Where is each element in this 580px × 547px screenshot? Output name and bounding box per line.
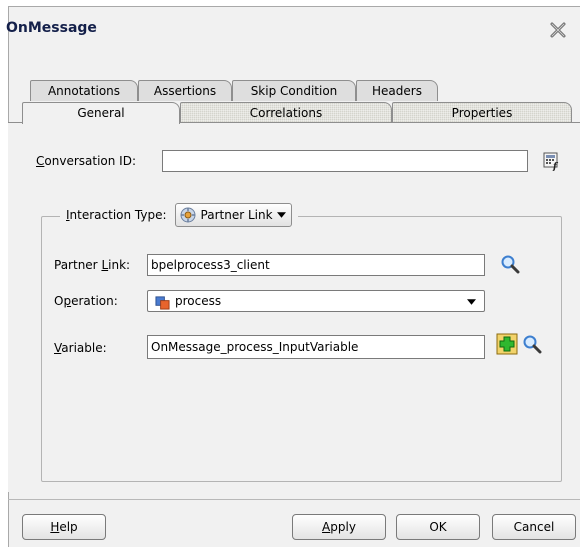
- variable-field[interactable]: OnMessage_process_InputVariable: [147, 335, 485, 359]
- chevron-down-icon: [467, 299, 476, 305]
- tab-annotations[interactable]: Annotations: [30, 80, 138, 101]
- ok-button[interactable]: OK: [396, 514, 480, 540]
- svg-text:f: f: [552, 162, 559, 171]
- interaction-type-value: Partner Link: [200, 208, 273, 222]
- search-icon[interactable]: [522, 334, 542, 354]
- dialog-title: OnMessage: [6, 20, 97, 36]
- tab-skip-condition[interactable]: Skip Condition: [232, 80, 356, 101]
- operation-label: Operation:: [54, 294, 118, 308]
- interaction-type-dropdown[interactable]: Partner Link: [174, 203, 292, 227]
- help-button[interactable]: Help: [22, 514, 106, 540]
- conversation-id-input[interactable]: [162, 150, 528, 172]
- close-icon[interactable]: [549, 21, 567, 39]
- variable-label: Variable:: [54, 341, 107, 355]
- tab-label: Skip Condition: [250, 84, 338, 98]
- chevron-down-icon: [276, 212, 286, 218]
- interaction-type-legend: Interaction Type: Partner Link: [60, 200, 298, 230]
- partner-link-icon: [180, 207, 196, 223]
- add-icon[interactable]: [496, 333, 518, 355]
- search-icon[interactable]: [500, 254, 520, 274]
- tab-label: Headers: [372, 84, 422, 98]
- tab-label: Properties: [451, 106, 513, 120]
- apply-button[interactable]: Apply: [292, 514, 386, 540]
- operation-select[interactable]: process: [147, 290, 485, 312]
- tab-correlations[interactable]: Correlations: [180, 102, 392, 123]
- footer-divider: [8, 499, 580, 500]
- tab-label: Assertions: [153, 84, 217, 98]
- partner-link-field[interactable]: bpelprocess3_client: [147, 254, 485, 276]
- tab-label: General: [77, 106, 125, 120]
- conversation-id-label: Conversation ID:: [36, 154, 136, 168]
- partner-link-label: Partner Link:: [54, 258, 131, 272]
- tab-general[interactable]: General: [22, 102, 180, 124]
- operation-value: process: [175, 294, 222, 308]
- tab-properties[interactable]: Properties: [392, 102, 572, 123]
- cancel-button[interactable]: Cancel: [492, 514, 576, 540]
- expression-builder-icon[interactable]: f: [542, 151, 562, 171]
- operation-icon: [155, 296, 170, 310]
- tab-label: Annotations: [47, 84, 121, 98]
- tab-headers[interactable]: Headers: [356, 80, 438, 101]
- tab-label: Correlations: [249, 106, 323, 120]
- tab-assertions[interactable]: Assertions: [138, 80, 232, 101]
- interaction-type-label: Interaction Type:: [66, 208, 167, 222]
